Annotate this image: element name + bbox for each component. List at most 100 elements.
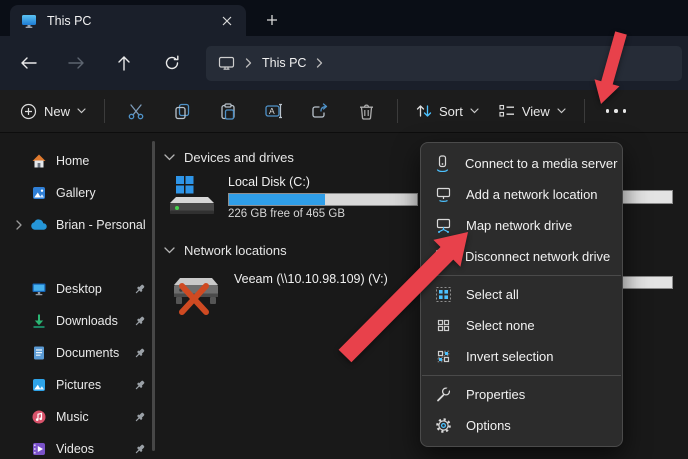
cut-button[interactable] [113,94,159,128]
chevron-down-icon[interactable] [164,247,175,254]
paste-button[interactable] [205,94,251,128]
properties-icon [434,386,452,403]
new-button-label: New [44,104,70,119]
gallery-icon [30,185,47,202]
share-button[interactable] [297,94,343,128]
menu-item-invert-selection[interactable]: Invert selection [421,341,622,372]
menu-item-options[interactable]: Options [421,410,622,441]
sidebar-item-onedrive[interactable]: Brian - Personal [0,209,156,241]
see-more-icon [606,109,627,113]
computer-icon [218,55,235,72]
chevron-right-icon[interactable] [8,220,30,230]
sidebar-item-videos[interactable]: Videos [0,433,156,459]
media-server-icon [434,155,451,172]
close-tab-icon[interactable] [218,12,236,30]
svg-text:A: A [269,106,275,116]
pin-icon [132,411,146,424]
drive-name: Local Disk (C:) [228,175,418,192]
sidebar-item-home[interactable]: Home [0,145,156,177]
view-button-label: View [522,104,550,119]
documents-icon [30,345,47,362]
new-plus-icon [20,103,37,120]
tab-this-pc[interactable]: This PC [10,5,246,36]
menu-item-disconnect-network-drive[interactable]: Disconnect network drive [421,241,622,272]
new-tab-button[interactable] [260,9,284,31]
sort-icon [416,103,432,119]
sidebar-scrollbar[interactable] [152,141,155,451]
navigation-bar: This PC [0,36,688,90]
local-disk-icon [168,175,216,220]
copy-button[interactable] [159,94,205,128]
section-title: Devices and drives [184,150,294,165]
options-icon [434,417,452,434]
music-icon [30,409,47,426]
capacity-bar [228,193,418,206]
map-network-drive-icon [434,217,452,234]
sort-button[interactable]: Sort [406,95,489,127]
menu-item-select-none[interactable]: Select none [421,310,622,341]
pin-icon [132,283,146,296]
sidebar-item-music[interactable]: Music [0,401,156,433]
menu-item-properties[interactable]: Properties [421,379,622,410]
network-drive-disconnected-icon [168,272,222,322]
onedrive-icon [30,217,47,234]
toolbar-separator [397,99,398,123]
downloads-icon [30,313,47,330]
select-all-icon [434,286,452,303]
menu-separator [422,375,621,376]
chevron-down-icon [470,108,479,114]
tab-title: This PC [47,14,208,28]
select-none-icon [434,317,452,334]
sidebar-item-gallery[interactable]: Gallery [0,177,156,209]
back-button[interactable] [10,45,46,81]
chevron-right-icon [245,58,252,68]
chevron-right-icon [316,58,323,68]
sidebar-item-downloads[interactable]: Downloads [0,305,156,337]
new-button[interactable]: New [10,95,96,127]
menu-item-map-network-drive[interactable]: Map network drive [421,210,622,241]
desktop-icon [30,281,47,298]
section-title: Network locations [184,243,287,258]
file-explorer-window: This PC [0,0,688,459]
disconnect-network-drive-icon [434,248,451,265]
see-more-menu: Connect to a media server Add a network … [420,142,623,447]
sort-button-label: Sort [439,104,463,119]
invert-selection-icon [434,348,452,365]
refresh-button[interactable] [154,45,190,81]
chevron-down-icon[interactable] [164,154,175,161]
pictures-icon [30,377,47,394]
rename-button[interactable]: A [251,94,297,128]
sidebar-section-gap [0,241,156,273]
menu-item-add-network-location[interactable]: Add a network location [421,179,622,210]
chevron-down-icon [77,108,86,114]
breadcrumb-this-pc[interactable]: This PC [262,56,306,70]
titlebar: This PC [0,0,688,36]
menu-item-connect-media-server[interactable]: Connect to a media server [421,148,622,179]
up-button[interactable] [106,45,142,81]
add-network-location-icon [434,186,452,203]
navigation-pane: Home Gallery [0,133,156,459]
pin-icon [132,443,146,456]
toolbar-separator [104,99,105,123]
address-bar[interactable]: This PC [206,46,682,81]
command-toolbar: New [0,90,688,133]
sidebar-item-desktop[interactable]: Desktop [0,273,156,305]
sidebar-item-documents[interactable]: Documents [0,337,156,369]
toolbar-separator [584,99,585,123]
forward-button[interactable] [58,45,94,81]
sidebar-item-pictures[interactable]: Pictures [0,369,156,401]
view-button[interactable]: View [489,95,576,127]
delete-button[interactable] [343,94,389,128]
menu-item-select-all[interactable]: Select all [421,279,622,310]
network-drive-name: Veeam (\\10.10.98.109) (V:) [234,272,388,289]
computer-icon [20,12,37,29]
home-icon [30,153,47,170]
pin-icon [132,347,146,360]
pin-icon [132,315,146,328]
menu-separator [422,275,621,276]
see-more-button[interactable] [593,94,639,128]
chevron-down-icon [557,108,566,114]
pin-icon [132,379,146,392]
capacity-text: 226 GB free of 465 GB [228,208,418,220]
videos-icon [30,441,47,458]
